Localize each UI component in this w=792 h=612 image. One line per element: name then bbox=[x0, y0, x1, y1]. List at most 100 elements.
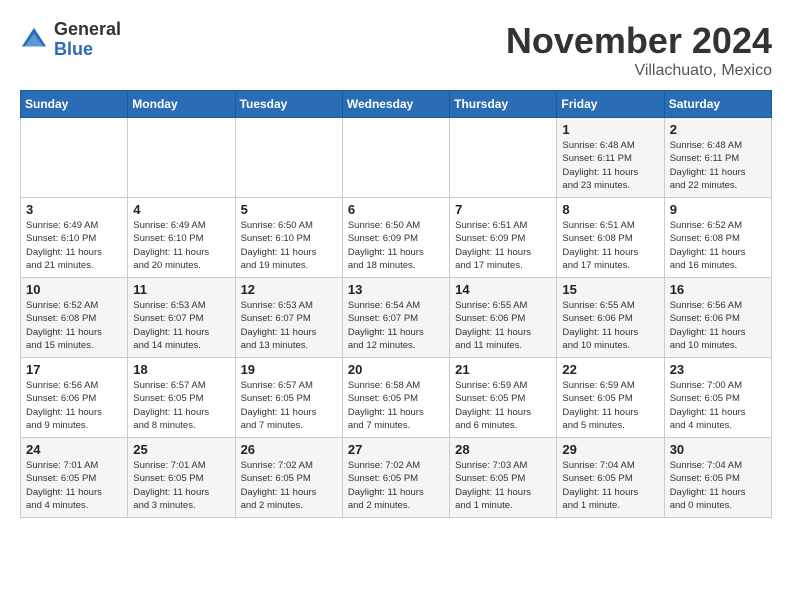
day-number: 29 bbox=[562, 442, 658, 457]
calendar-row: 3 Sunrise: 6:49 AM Sunset: 6:10 PM Daylig… bbox=[21, 198, 772, 278]
day-number: 13 bbox=[348, 282, 444, 297]
calendar-cell: 26 Sunrise: 7:02 AM Sunset: 6:05 PM Dayli… bbox=[235, 438, 342, 518]
logo-text: General Blue bbox=[54, 20, 121, 60]
calendar-cell: 11 Sunrise: 6:53 AM Sunset: 6:07 PM Dayli… bbox=[128, 278, 235, 358]
day-info: Sunrise: 6:48 AM Sunset: 6:11 PM Dayligh… bbox=[562, 139, 658, 192]
calendar-cell: 16Sunrise: 6:56 AM Sunset: 6:06 PM Dayli… bbox=[664, 278, 771, 358]
calendar-cell: 7Sunrise: 6:51 AM Sunset: 6:09 PM Daylig… bbox=[450, 198, 557, 278]
day-number: 22 bbox=[562, 362, 658, 377]
day-info: Sunrise: 7:01 AM Sunset: 6:05 PM Dayligh… bbox=[133, 459, 229, 512]
calendar-cell bbox=[235, 118, 342, 198]
day-number: 19 bbox=[241, 362, 337, 377]
weekday-header: Monday bbox=[128, 91, 235, 118]
logo-general: General bbox=[54, 20, 121, 40]
calendar-cell: 13 Sunrise: 6:54 AM Sunset: 6:07 PM Dayli… bbox=[342, 278, 449, 358]
day-info: Sunrise: 6:53 AM Sunset: 6:07 PM Dayligh… bbox=[241, 299, 337, 352]
calendar-cell: 1 Sunrise: 6:48 AM Sunset: 6:11 PM Daylig… bbox=[557, 118, 664, 198]
calendar-cell: 22 Sunrise: 6:59 AM Sunset: 6:05 PM Dayli… bbox=[557, 358, 664, 438]
day-number: 27 bbox=[348, 442, 444, 457]
weekday-header: Wednesday bbox=[342, 91, 449, 118]
calendar-cell: 25 Sunrise: 7:01 AM Sunset: 6:05 PM Dayli… bbox=[128, 438, 235, 518]
calendar-table: SundayMondayTuesdayWednesdayThursdayFrid… bbox=[20, 90, 772, 518]
day-info: Sunrise: 6:50 AM Sunset: 6:09 PM Dayligh… bbox=[348, 219, 444, 272]
calendar-cell bbox=[21, 118, 128, 198]
day-number: 14 bbox=[455, 282, 551, 297]
day-number: 1 bbox=[562, 122, 658, 137]
day-info: Sunrise: 6:50 AM Sunset: 6:10 PM Dayligh… bbox=[241, 219, 337, 272]
day-number: 25 bbox=[133, 442, 229, 457]
day-number: 17 bbox=[26, 362, 122, 377]
day-info: Sunrise: 6:57 AM Sunset: 6:05 PM Dayligh… bbox=[133, 379, 229, 432]
day-number: 3 bbox=[26, 202, 122, 217]
day-number: 11 bbox=[133, 282, 229, 297]
day-info: Sunrise: 7:02 AM Sunset: 6:05 PM Dayligh… bbox=[348, 459, 444, 512]
calendar-cell: 28Sunrise: 7:03 AM Sunset: 6:05 PM Dayli… bbox=[450, 438, 557, 518]
calendar-row: 10 Sunrise: 6:52 AM Sunset: 6:08 PM Dayli… bbox=[21, 278, 772, 358]
day-number: 18 bbox=[133, 362, 229, 377]
calendar-cell: 19 Sunrise: 6:57 AM Sunset: 6:05 PM Dayli… bbox=[235, 358, 342, 438]
calendar-cell: 14Sunrise: 6:55 AM Sunset: 6:06 PM Dayli… bbox=[450, 278, 557, 358]
day-info: Sunrise: 6:59 AM Sunset: 6:05 PM Dayligh… bbox=[562, 379, 658, 432]
calendar-cell: 9Sunrise: 6:52 AM Sunset: 6:08 PM Daylig… bbox=[664, 198, 771, 278]
day-number: 26 bbox=[241, 442, 337, 457]
calendar-cell: 15Sunrise: 6:55 AM Sunset: 6:06 PM Dayli… bbox=[557, 278, 664, 358]
day-number: 20 bbox=[348, 362, 444, 377]
day-info: Sunrise: 6:58 AM Sunset: 6:05 PM Dayligh… bbox=[348, 379, 444, 432]
day-number: 4 bbox=[133, 202, 229, 217]
day-info: Sunrise: 6:59 AM Sunset: 6:05 PM Dayligh… bbox=[455, 379, 551, 432]
day-number: 28 bbox=[455, 442, 551, 457]
day-number: 7 bbox=[455, 202, 551, 217]
calendar-cell: 6Sunrise: 6:50 AM Sunset: 6:09 PM Daylig… bbox=[342, 198, 449, 278]
calendar-row: 1 Sunrise: 6:48 AM Sunset: 6:11 PM Daylig… bbox=[21, 118, 772, 198]
calendar-cell: 12Sunrise: 6:53 AM Sunset: 6:07 PM Dayli… bbox=[235, 278, 342, 358]
day-info: Sunrise: 7:02 AM Sunset: 6:05 PM Dayligh… bbox=[241, 459, 337, 512]
weekday-header: Saturday bbox=[664, 91, 771, 118]
day-info: Sunrise: 7:00 AM Sunset: 6:05 PM Dayligh… bbox=[670, 379, 766, 432]
calendar-cell: 30 Sunrise: 7:04 AM Sunset: 6:05 PM Dayli… bbox=[664, 438, 771, 518]
logo-icon bbox=[20, 26, 48, 54]
calendar-cell: 24Sunrise: 7:01 AM Sunset: 6:05 PM Dayli… bbox=[21, 438, 128, 518]
day-info: Sunrise: 6:53 AM Sunset: 6:07 PM Dayligh… bbox=[133, 299, 229, 352]
day-info: Sunrise: 6:57 AM Sunset: 6:05 PM Dayligh… bbox=[241, 379, 337, 432]
day-number: 8 bbox=[562, 202, 658, 217]
calendar-cell: 18 Sunrise: 6:57 AM Sunset: 6:05 PM Dayli… bbox=[128, 358, 235, 438]
calendar-cell: 4Sunrise: 6:49 AM Sunset: 6:10 PM Daylig… bbox=[128, 198, 235, 278]
calendar-row: 24Sunrise: 7:01 AM Sunset: 6:05 PM Dayli… bbox=[21, 438, 772, 518]
calendar-cell: 17 Sunrise: 6:56 AM Sunset: 6:06 PM Dayli… bbox=[21, 358, 128, 438]
day-info: Sunrise: 6:52 AM Sunset: 6:08 PM Dayligh… bbox=[670, 219, 766, 272]
logo: General Blue bbox=[20, 20, 121, 60]
day-info: Sunrise: 6:51 AM Sunset: 6:08 PM Dayligh… bbox=[562, 219, 658, 272]
location: Villachuato, Mexico bbox=[506, 62, 772, 80]
title-block: November 2024 Villachuato, Mexico bbox=[506, 20, 772, 80]
calendar-cell: 27 Sunrise: 7:02 AM Sunset: 6:05 PM Dayli… bbox=[342, 438, 449, 518]
day-info: Sunrise: 6:56 AM Sunset: 6:06 PM Dayligh… bbox=[26, 379, 122, 432]
calendar-cell: 20 Sunrise: 6:58 AM Sunset: 6:05 PM Dayli… bbox=[342, 358, 449, 438]
day-info: Sunrise: 6:54 AM Sunset: 6:07 PM Dayligh… bbox=[348, 299, 444, 352]
day-number: 23 bbox=[670, 362, 766, 377]
weekday-header: Friday bbox=[557, 91, 664, 118]
day-info: Sunrise: 7:01 AM Sunset: 6:05 PM Dayligh… bbox=[26, 459, 122, 512]
day-info: Sunrise: 7:04 AM Sunset: 6:05 PM Dayligh… bbox=[670, 459, 766, 512]
calendar-cell bbox=[342, 118, 449, 198]
calendar-cell bbox=[450, 118, 557, 198]
day-number: 10 bbox=[26, 282, 122, 297]
page-header: General Blue November 2024 Villachuato, … bbox=[20, 20, 772, 80]
weekday-header: Thursday bbox=[450, 91, 557, 118]
day-info: Sunrise: 6:48 AM Sunset: 6:11 PM Dayligh… bbox=[670, 139, 766, 192]
calendar-cell: 29 Sunrise: 7:04 AM Sunset: 6:05 PM Dayli… bbox=[557, 438, 664, 518]
day-number: 15 bbox=[562, 282, 658, 297]
day-info: Sunrise: 7:04 AM Sunset: 6:05 PM Dayligh… bbox=[562, 459, 658, 512]
weekday-header: Tuesday bbox=[235, 91, 342, 118]
month-title: November 2024 bbox=[506, 20, 772, 62]
day-number: 16 bbox=[670, 282, 766, 297]
day-info: Sunrise: 6:49 AM Sunset: 6:10 PM Dayligh… bbox=[26, 219, 122, 272]
calendar-cell: 5Sunrise: 6:50 AM Sunset: 6:10 PM Daylig… bbox=[235, 198, 342, 278]
day-info: Sunrise: 6:52 AM Sunset: 6:08 PM Dayligh… bbox=[26, 299, 122, 352]
day-number: 30 bbox=[670, 442, 766, 457]
calendar-cell: 21Sunrise: 6:59 AM Sunset: 6:05 PM Dayli… bbox=[450, 358, 557, 438]
calendar-header-row: SundayMondayTuesdayWednesdayThursdayFrid… bbox=[21, 91, 772, 118]
calendar-cell: 23 Sunrise: 7:00 AM Sunset: 6:05 PM Dayli… bbox=[664, 358, 771, 438]
calendar-row: 17 Sunrise: 6:56 AM Sunset: 6:06 PM Dayli… bbox=[21, 358, 772, 438]
calendar-cell: 8 Sunrise: 6:51 AM Sunset: 6:08 PM Daylig… bbox=[557, 198, 664, 278]
calendar-cell: 3 Sunrise: 6:49 AM Sunset: 6:10 PM Daylig… bbox=[21, 198, 128, 278]
